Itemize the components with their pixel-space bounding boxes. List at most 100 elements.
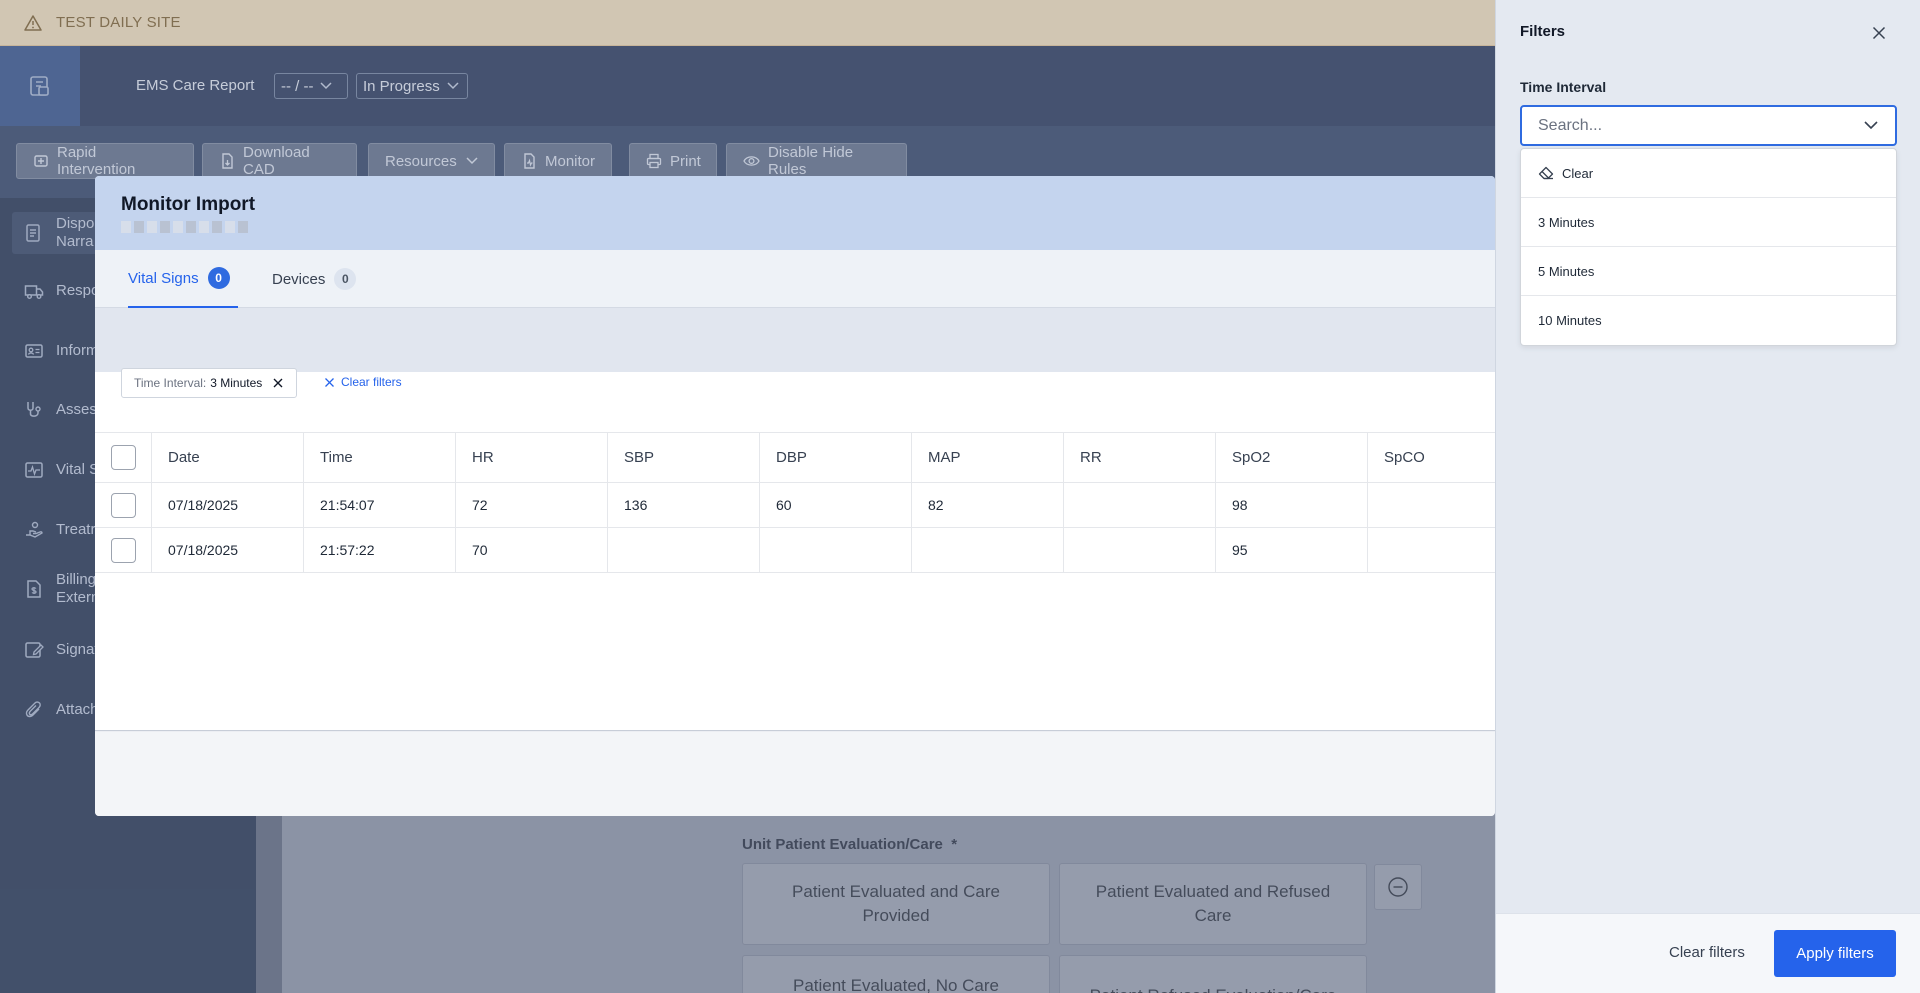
sidebar-item-label: Dispo Narra	[56, 215, 95, 250]
rapid-intervention-label: Rapid Intervention	[57, 144, 136, 178]
column-header[interactable]: Time	[303, 433, 455, 482]
resources-button[interactable]: Resources	[368, 143, 495, 179]
warning-icon	[24, 14, 42, 31]
table-cell: 82	[911, 483, 1063, 527]
close-filters-button[interactable]	[1868, 22, 1890, 44]
status-select[interactable]: In Progress	[356, 73, 468, 99]
resources-label: Resources	[385, 152, 457, 170]
evaluated-no-care-button[interactable]: Patient Evaluated, No Care	[742, 955, 1050, 993]
column-header[interactable]: RR	[1063, 433, 1215, 482]
column-header[interactable]: DBP	[759, 433, 911, 482]
eye-icon	[743, 154, 760, 168]
count-badge: 0	[207, 267, 230, 289]
logo-icon	[28, 74, 52, 98]
modal-title: Monitor Import	[121, 194, 256, 215]
truck-icon	[24, 281, 44, 301]
column-header[interactable]: HR	[455, 433, 607, 482]
filters-title: Filters	[1520, 23, 1566, 40]
select-all-cell	[95, 433, 151, 482]
sidebar-item-signatures[interactable]: Signat	[24, 640, 99, 660]
table-cell: 70	[455, 528, 607, 572]
tab-vital-signs[interactable]: Vital Signs 0	[128, 250, 238, 308]
download-cad-button[interactable]: Download CAD	[202, 143, 357, 179]
chip-value: 3 Minutes	[210, 376, 263, 390]
vitals-icon	[24, 460, 44, 480]
sidebar-item-label: Asses	[56, 401, 97, 418]
close-icon	[1872, 26, 1886, 40]
refused-evaluation-button[interactable]: Patient Refused Evaluation/Care	[1059, 955, 1367, 993]
id-card-icon	[24, 341, 44, 361]
count-badge: 0	[334, 268, 357, 290]
option-label: 3 Minutes	[1538, 214, 1595, 230]
sidebar-item-label: Vital S	[56, 461, 100, 478]
close-icon	[324, 377, 335, 388]
row-select-cell	[95, 528, 151, 572]
sidebar-item-treatment[interactable]: Treatr	[24, 520, 95, 540]
modal-header: Monitor Import	[95, 176, 1495, 250]
chevron-down-icon	[319, 81, 333, 91]
app-root: TEST DAILY SITE EMS Care Report -- / -- …	[0, 0, 1920, 993]
time-interval-search-input[interactable]: Search...	[1520, 105, 1897, 146]
evaluated-care-provided-button[interactable]: Patient Evaluated and Care Provided	[742, 863, 1050, 945]
close-icon[interactable]	[272, 377, 284, 389]
print-label: Print	[670, 152, 701, 170]
rapid-intervention-button[interactable]: Rapid Intervention	[16, 143, 194, 179]
clear-filters-button[interactable]: Clear filters	[1669, 944, 1745, 961]
filters-panel: Filters Time Interval Search... Clear 3 …	[1495, 0, 1920, 993]
filters-footer: Clear filters Apply filters	[1496, 913, 1920, 993]
sidebar-item-information[interactable]: Inform	[24, 341, 99, 361]
disable-hide-rules-button[interactable]: Disable Hide Rules	[726, 143, 907, 179]
table-row[interactable]: 07/18/2025 21:57:22 70 95	[95, 528, 1495, 573]
select-all-checkbox[interactable]	[111, 445, 136, 470]
printer-icon	[646, 153, 662, 169]
app-logo[interactable]	[0, 46, 80, 126]
sidebar-item-billing[interactable]: Billing Extern	[24, 571, 99, 607]
column-header[interactable]: SBP	[607, 433, 759, 482]
minus-circle-icon	[1387, 876, 1409, 898]
tab-devices[interactable]: Devices 0	[272, 250, 357, 308]
table-cell: 07/18/2025	[151, 483, 303, 527]
column-header[interactable]: MAP	[911, 433, 1063, 482]
table-cell: 07/18/2025	[151, 528, 303, 572]
option-label: Clear	[1562, 165, 1594, 181]
dropdown-option-3-minutes[interactable]: 3 Minutes	[1521, 198, 1896, 247]
hand-care-icon	[24, 520, 44, 540]
sidebar-item-label: Attach	[56, 701, 99, 718]
clear-filters-link[interactable]: Clear filters	[324, 375, 402, 389]
table-header-row: Date Time HR SBP DBP MAP RR SpO2 SpCO	[95, 432, 1495, 483]
date-select[interactable]: -- / --	[274, 73, 348, 99]
table-cell: 72	[455, 483, 607, 527]
dropdown-option-10-minutes[interactable]: 10 Minutes	[1521, 296, 1896, 345]
print-button[interactable]: Print	[629, 143, 717, 179]
chevron-down-icon[interactable]	[1863, 119, 1879, 131]
status-select-value: In Progress	[363, 77, 440, 95]
table-cell	[1367, 483, 1495, 527]
sidebar-item-vital-signs[interactable]: Vital S	[24, 460, 99, 480]
column-header[interactable]: Date	[151, 433, 303, 482]
sidebar-item-assessment[interactable]: Asses	[24, 400, 97, 420]
monitor-button[interactable]: Monitor	[504, 143, 612, 179]
time-interval-label: Time Interval	[1520, 79, 1607, 95]
column-header[interactable]: SpCO	[1367, 433, 1495, 482]
column-header[interactable]: SpO2	[1215, 433, 1367, 482]
apply-filters-button[interactable]: Apply filters	[1774, 930, 1896, 977]
eraser-icon	[1538, 166, 1554, 180]
dropdown-option-5-minutes[interactable]: 5 Minutes	[1521, 247, 1896, 296]
tab-label: Devices	[272, 270, 326, 288]
row-checkbox[interactable]	[111, 492, 136, 518]
dropdown-option-clear[interactable]: Clear	[1521, 149, 1896, 198]
ambulance-icon	[33, 153, 49, 169]
table-row[interactable]: 07/18/2025 21:54:07 72 136 60 82 98	[95, 483, 1495, 528]
evaluated-refused-care-button[interactable]: Patient Evaluated and Refused Care	[1059, 863, 1367, 945]
filter-chip-time-interval[interactable]: Time Interval: 3 Minutes	[121, 368, 298, 398]
app-title: EMS Care Report	[136, 77, 255, 94]
sidebar-item-attachments[interactable]: Attach	[24, 700, 99, 720]
option-label: 5 Minutes	[1538, 263, 1595, 279]
row-checkbox[interactable]	[111, 537, 136, 563]
sidebar-item-label: Inform	[56, 342, 99, 359]
remove-button[interactable]	[1374, 864, 1422, 910]
banner-text: TEST DAILY SITE	[56, 14, 181, 31]
signature-icon	[24, 640, 44, 660]
table-cell	[759, 528, 911, 572]
sidebar-item-response[interactable]: Respo	[24, 281, 99, 301]
